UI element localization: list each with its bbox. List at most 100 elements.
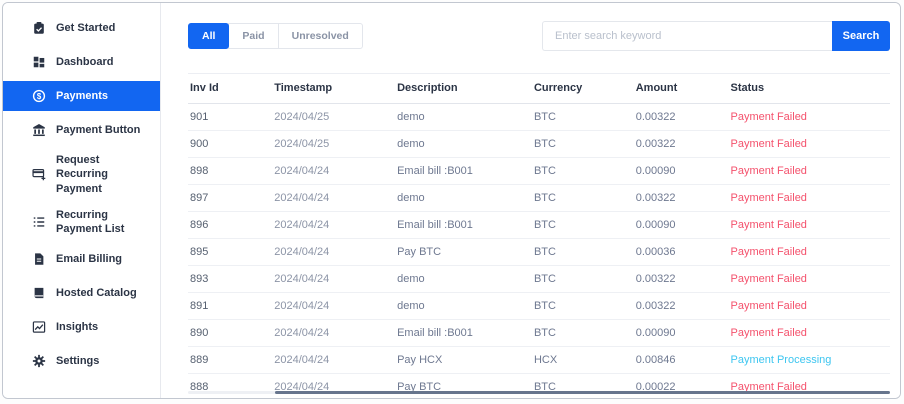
cell-inv-id: 896 (188, 211, 273, 239)
cell-currency: BTC (531, 184, 634, 212)
sidebar-item-label: Hosted Catalog (56, 287, 137, 300)
cell-description: demo (395, 130, 532, 158)
cell-timestamp: 2024/04/24 (272, 346, 396, 374)
table-body: 901 2024/04/25 demo BTC 0.00322 Payment Faile… (188, 103, 890, 398)
status-badge: Payment Failed (728, 292, 890, 320)
clipboard-icon (31, 21, 46, 36)
sidebar-item-payment-button[interactable]: Payment Button (3, 115, 160, 145)
cell-amount: 0.00322 (633, 292, 729, 320)
sidebar-item-label: Insights (56, 321, 99, 334)
app-window: Get Started Dashboard $ Payments Payment But… (2, 2, 901, 399)
table-header-row: Inv Id Timestamp Description Currency Amount… (188, 73, 890, 104)
cell-amount: 0.00322 (633, 265, 729, 293)
cell-inv-id: 897 (188, 184, 273, 212)
cell-description: Pay BTC (395, 373, 532, 398)
filter-button-paid[interactable]: Paid (228, 23, 279, 49)
main-content: AllPaidUnresolved Search Inv IdTimestamp… (161, 3, 900, 398)
toolbar: AllPaidUnresolved Search (188, 21, 890, 51)
table-row[interactable]: 888 2024/04/24 Pay BTC BTC 0.00022 Payment Fa… (188, 373, 890, 398)
status-badge: Payment Failed (728, 211, 890, 239)
column-header-currency: Currency (531, 73, 634, 104)
sidebar-item-label: Get Started (56, 21, 116, 34)
card-plus-icon (31, 167, 46, 182)
book-icon (31, 286, 46, 301)
column-header-status: Status (728, 73, 890, 104)
chart-icon (31, 320, 46, 335)
table-row[interactable]: 891 2024/04/24 demo BTC 0.00322 Payment Faile… (188, 292, 890, 320)
table-row[interactable]: 895 2024/04/24 Pay BTC BTC 0.00036 Payment Fa… (188, 238, 890, 266)
cell-inv-id: 888 (188, 373, 273, 398)
status-badge: Payment Failed (728, 130, 890, 158)
cell-description: demo (395, 184, 532, 212)
status-badge: Payment Failed (728, 373, 890, 398)
cell-inv-id: 898 (188, 157, 273, 185)
cell-timestamp: 2024/04/24 (272, 373, 396, 398)
cell-description: demo (395, 265, 532, 293)
cell-description: Pay HCX (395, 346, 532, 374)
cell-timestamp: 2024/04/24 (272, 184, 396, 212)
cell-amount: 0.00090 (633, 157, 729, 185)
sidebar-item-insights[interactable]: Insights (3, 312, 160, 342)
cell-inv-id: 890 (188, 319, 273, 347)
cell-currency: BTC (531, 211, 634, 239)
sidebar-item-label: Recurring Payment List (56, 208, 125, 236)
sidebar-item-recurring-payment-list[interactable]: Recurring Payment List (3, 204, 160, 241)
cell-currency: BTC (531, 103, 634, 131)
cell-timestamp: 2024/04/24 (272, 211, 396, 239)
cell-amount: 0.00322 (633, 184, 729, 212)
sidebar-nav: Get Started Dashboard $ Payments Payment But… (3, 3, 161, 398)
filter-button-unresolved[interactable]: Unresolved (277, 23, 363, 49)
sidebar-item-dashboard[interactable]: Dashboard (3, 47, 160, 77)
filter-button-all[interactable]: All (188, 23, 230, 49)
cell-currency: BTC (531, 130, 634, 158)
sidebar-item-label: Settings (56, 355, 100, 368)
sidebar-item-label: Email Billing (56, 253, 123, 266)
table-row[interactable]: 901 2024/04/25 demo BTC 0.00322 Payment Faile… (188, 103, 890, 131)
sidebar-item-label: Dashboard (56, 55, 114, 68)
cell-currency: BTC (531, 157, 634, 185)
cell-description: Email bill :B001 (395, 319, 532, 347)
table-row[interactable]: 893 2024/04/24 demo BTC 0.00322 Payment Faile… (188, 265, 890, 293)
horizontal-scrollbar-thumb[interactable] (275, 391, 890, 394)
cell-amount: 0.00036 (633, 238, 729, 266)
sidebar-item-hosted-catalog[interactable]: Hosted Catalog (3, 278, 160, 308)
cell-amount: 0.00322 (633, 103, 729, 131)
status-badge: Payment Failed (728, 319, 890, 347)
sidebar-item-label: Payments (56, 89, 108, 102)
cell-timestamp: 2024/04/24 (272, 265, 396, 293)
column-header-amount: Amount (633, 73, 729, 104)
sidebar-item-get-started[interactable]: Get Started (3, 13, 160, 43)
table-row[interactable]: 896 2024/04/24 Email bill :B001 BTC 0.00090 P… (188, 211, 890, 239)
table-row[interactable]: 890 2024/04/24 Email bill :B001 BTC 0.00090 P… (188, 319, 890, 347)
payments-table: Inv Id Timestamp Description Currency Amount… (188, 73, 890, 398)
cell-description: Email bill :B001 (395, 211, 532, 239)
document-icon (31, 252, 46, 267)
coin-dollar-icon: $ (31, 89, 46, 104)
table-row[interactable]: 897 2024/04/24 demo BTC 0.00322 Payment Faile… (188, 184, 890, 212)
cell-timestamp: 2024/04/25 (272, 130, 396, 158)
cell-amount: 0.00090 (633, 211, 729, 239)
sidebar-item-settings[interactable]: Settings (3, 346, 160, 376)
table-row[interactable]: 900 2024/04/25 demo BTC 0.00322 Payment Faile… (188, 130, 890, 158)
sidebar-item-label: Request Recurring Payment (56, 154, 108, 195)
filter-group: All Paid Unresolved (188, 23, 363, 49)
cell-timestamp: 2024/04/24 (272, 292, 396, 320)
cell-inv-id: 891 (188, 292, 273, 320)
search-input[interactable] (542, 21, 832, 51)
sidebar-item-email-billing[interactable]: Email Billing (3, 244, 160, 274)
table-row[interactable]: 889 2024/04/24 Pay HCX HCX 0.00846 Payment Pr… (188, 346, 890, 374)
cell-description: Pay BTC (395, 238, 532, 266)
gear-icon (31, 354, 46, 369)
sidebar-item-label: Payment Button (56, 123, 141, 136)
search-button[interactable]: Search (832, 21, 890, 51)
table-row[interactable]: 898 2024/04/24 Email bill :B001 BTC 0.00090 P… (188, 157, 890, 185)
cell-inv-id: 901 (188, 103, 273, 131)
cell-amount: 0.00090 (633, 319, 729, 347)
cell-description: demo (395, 292, 532, 320)
status-badge: Payment Failed (728, 265, 890, 293)
sidebar-item-payments[interactable]: $ Payments (3, 81, 160, 111)
cell-currency: BTC (531, 265, 634, 293)
horizontal-scrollbar (188, 391, 890, 394)
search-bar: Search (542, 21, 890, 51)
sidebar-item-request-recurring-payment[interactable]: Request Recurring Payment (3, 149, 160, 200)
